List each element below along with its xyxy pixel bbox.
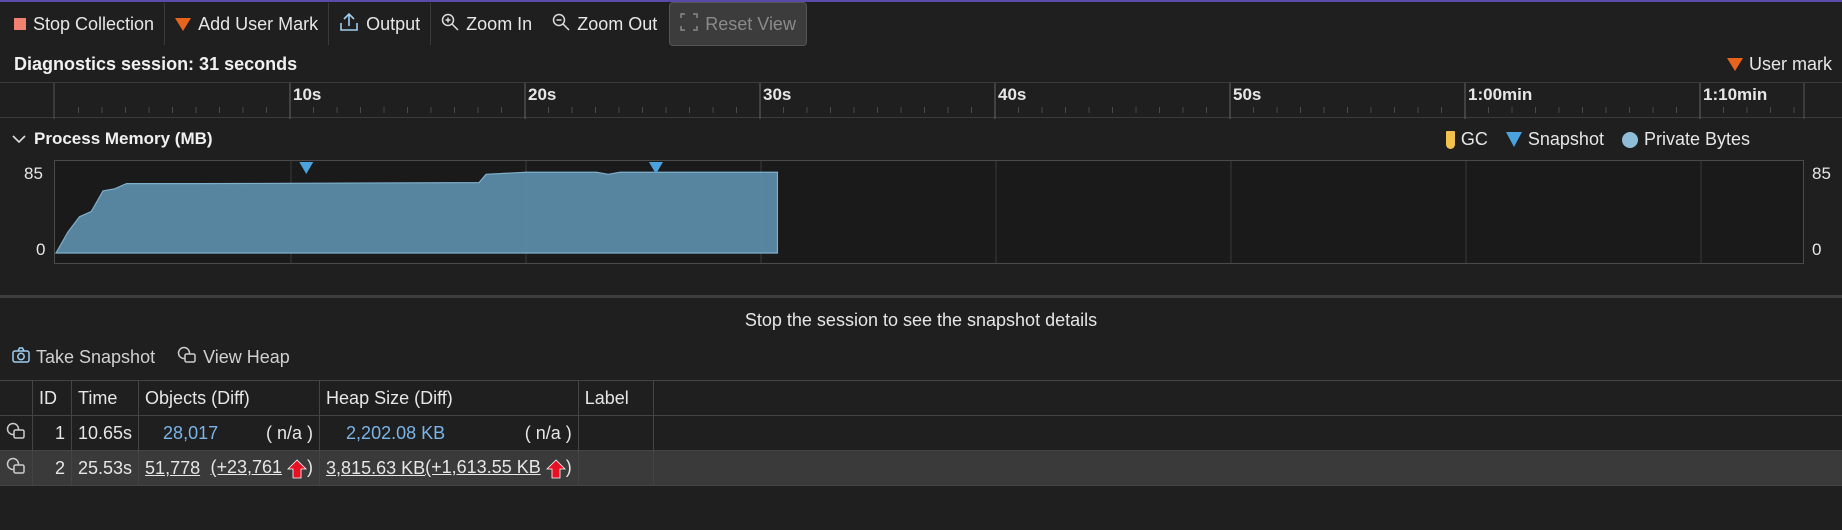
increase-arrow-icon <box>287 459 308 479</box>
y-axis-max-right: 85 <box>1812 164 1831 183</box>
heap-icon <box>6 422 25 439</box>
heap-icon <box>177 346 197 369</box>
snapshot-row-icon <box>0 450 33 486</box>
column-header-objects[interactable]: Objects (Diff) <box>138 380 321 416</box>
user-mark-icon <box>1726 58 1743 71</box>
label-cell[interactable] <box>578 450 654 486</box>
snapshot-marker[interactable] <box>299 162 314 174</box>
stop-session-message: Stop the session to see the snapshot det… <box>744 310 1098 330</box>
objects-diff: ( n/a ) <box>266 422 314 443</box>
toolbar: Stop Collection Add User Mark Output Zoo… <box>0 0 1842 46</box>
y-axis-max-left: 85 <box>24 164 43 183</box>
label-cell[interactable] <box>578 415 654 451</box>
snapshot-id: 1 <box>32 415 72 451</box>
objects-diff-group: (+23,761 ) <box>210 457 314 479</box>
view-heap-button[interactable]: View Heap <box>177 346 290 369</box>
ruler-tick-label: 30s <box>763 85 791 104</box>
reset-view-icon <box>680 12 698 36</box>
add-user-mark-button[interactable]: Add User Mark <box>165 3 330 45</box>
take-snapshot-button[interactable]: Take Snapshot <box>12 346 155 369</box>
snapshot-toolbar: Take Snapshot View Heap <box>12 346 290 369</box>
heap-size-link[interactable]: 2,202.08 KB <box>346 423 445 444</box>
stop-collection-button[interactable]: Stop Collection <box>0 3 166 45</box>
snapshot-marker-icon <box>1505 132 1522 147</box>
ruler-tick-label: 1:00min <box>1468 85 1532 104</box>
time-ruler[interactable]: 10s 20s 30s 40s 50s 1:00min 1:10min <box>0 82 1842 119</box>
column-header-label[interactable]: Label <box>578 380 654 416</box>
objects-cell: 28,017 ( n/a ) <box>138 415 321 451</box>
ruler-tick-label: 10s <box>293 85 321 104</box>
zoom-out-button[interactable]: Zoom Out <box>542 3 667 45</box>
user-mark-legend: User mark <box>1726 54 1832 75</box>
table-row[interactable]: 1 10.65s 28,017 ( n/a ) 2,202.08 KB ( n/… <box>0 415 1842 451</box>
chart-legend: GC Snapshot Private Bytes <box>1445 129 1750 150</box>
ruler-ticks: 10s 20s 30s 40s 50s 1:00min 1:10min <box>53 83 1805 119</box>
camera-icon <box>12 347 30 368</box>
ruler-tick-label: 40s <box>998 85 1026 104</box>
snapshot-time: 10.65s <box>71 415 140 451</box>
output-button[interactable]: Output <box>329 3 432 45</box>
private-bytes-icon <box>1621 131 1638 148</box>
table-row[interactable]: 2 25.53s 51,778 (+23,761 ) 3,815.63 KB (… <box>0 450 1842 486</box>
heap-cell: 3,815.63 KB (+1,613.55 KB ) <box>319 450 579 486</box>
ruler-tick-label: 20s <box>528 85 556 104</box>
legend-gc: GC <box>1445 129 1488 150</box>
increase-arrow-icon <box>545 459 566 479</box>
export-icon <box>339 12 359 37</box>
chevron-down-icon <box>12 129 26 149</box>
heap-icon <box>6 457 25 474</box>
y-axis-min-right: 0 <box>1812 240 1822 259</box>
heap-size-link[interactable]: 3,815.63 KB <box>326 458 425 479</box>
heap-cell: 2,202.08 KB ( n/a ) <box>319 415 579 451</box>
icon-column-header <box>0 380 33 416</box>
objects-count-link[interactable]: 28,017 <box>163 423 218 444</box>
table-header-row: ID Time Objects (Diff) Heap Size (Diff) … <box>0 380 1842 416</box>
session-title: Diagnostics session: 31 seconds <box>14 54 298 74</box>
y-axis-min-left: 0 <box>36 240 46 259</box>
zoom-in-icon <box>441 13 459 36</box>
memory-area-plot <box>55 161 1702 263</box>
column-header-time[interactable]: Time <box>71 380 140 416</box>
zoom-in-button[interactable]: Zoom In <box>431 3 542 45</box>
snapshot-id: 2 <box>32 450 72 486</box>
legend-private-bytes: Private Bytes <box>1621 129 1750 150</box>
legend-snapshot: Snapshot <box>1505 129 1604 150</box>
objects-diff-link[interactable]: (+23,761 <box>210 457 282 477</box>
heap-diff: ( n/a ) <box>524 422 572 443</box>
process-memory-chart[interactable] <box>54 160 1804 264</box>
gc-icon <box>1445 130 1455 149</box>
snapshot-time: 25.53s <box>71 450 140 486</box>
process-memory-title: Process Memory (MB) <box>34 129 213 148</box>
stop-icon <box>14 18 26 30</box>
snapshot-table: ID Time Objects (Diff) Heap Size (Diff) … <box>0 380 1842 486</box>
filler-column <box>653 380 1842 416</box>
column-header-heap-size[interactable]: Heap Size (Diff) <box>319 380 579 416</box>
user-mark-icon <box>175 17 192 31</box>
heap-diff-link[interactable]: (+1,613.55 KB <box>425 457 541 477</box>
snapshot-row-icon <box>0 415 33 451</box>
reset-view-button[interactable]: Reset View <box>669 2 807 46</box>
process-memory-header[interactable]: Process Memory (MB) <box>12 129 213 149</box>
objects-cell: 51,778 (+23,761 ) <box>138 450 321 486</box>
column-header-id[interactable]: ID <box>32 380 72 416</box>
zoom-out-icon <box>552 13 570 36</box>
ruler-tick-label: 50s <box>1233 85 1261 104</box>
ruler-tick-label: 1:10min <box>1703 85 1767 104</box>
splitter[interactable] <box>0 295 1842 298</box>
private-bytes-area <box>55 171 779 254</box>
objects-count-link[interactable]: 51,778 <box>145 458 200 479</box>
heap-diff-group: (+1,613.55 KB ) <box>425 457 572 479</box>
